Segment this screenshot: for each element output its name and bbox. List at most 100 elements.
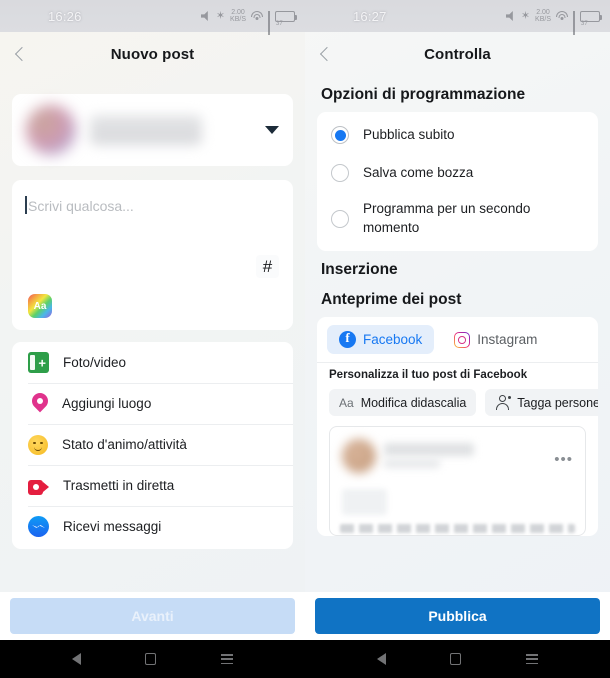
radio-icon-selected[interactable] — [331, 126, 349, 144]
radio-label: Pubblica subito — [363, 126, 455, 142]
preview-thumbnail-blurred — [342, 489, 387, 516]
back-button[interactable] — [0, 32, 44, 76]
option-foto-video[interactable]: Foto/video — [12, 342, 293, 383]
hashtag-icon[interactable]: # — [256, 255, 279, 278]
text-cursor — [25, 196, 27, 214]
author-name-blurred — [90, 115, 202, 145]
post-preview-card[interactable]: ••• — [329, 426, 586, 537]
right-app-header: Controlla — [305, 32, 610, 76]
nav-home-icon[interactable] — [145, 653, 157, 665]
customize-actions: Aa Modifica didascalia Tagga persone — [317, 389, 598, 426]
platform-tabs: Facebook Instagram — [317, 317, 598, 362]
option-stato-animo[interactable]: Stato d'animo/attività — [12, 424, 293, 465]
right-android-navbar — [305, 640, 610, 678]
composer-input[interactable]: Scrivi qualcosa... — [25, 196, 134, 214]
bluetooth-icon: ✶ — [215, 9, 226, 22]
tab-facebook[interactable]: Facebook — [327, 325, 435, 355]
battery-icon: 37 — [580, 10, 602, 27]
photo-video-icon — [28, 352, 49, 373]
chip-modifica-didascalia[interactable]: Aa Modifica didascalia — [329, 389, 477, 417]
preview-author-blurred — [384, 443, 474, 457]
smiley-icon — [28, 434, 48, 455]
option-diretta[interactable]: Trasmetti in diretta — [12, 465, 293, 506]
status-time: 16:26 — [48, 8, 82, 24]
scheduling-section-title: Opzioni di programmazione — [321, 86, 526, 103]
composer-card[interactable]: Scrivi qualcosa... # Aa — [12, 180, 293, 330]
instagram-icon — [454, 331, 471, 348]
radio-icon[interactable] — [331, 164, 349, 182]
mute-icon — [505, 11, 513, 21]
text-style-button[interactable]: Aa — [28, 294, 52, 318]
composer-options-list: Foto/video Aggiungi luogo Stato d'animo/… — [12, 342, 293, 549]
page-title: Controlla — [424, 45, 491, 63]
messenger-icon — [28, 516, 49, 537]
location-pin-icon — [28, 389, 52, 414]
data-rate-icon: 2.00 KB/S — [535, 8, 551, 23]
preview-tabs-card: Facebook Instagram Personalizza il tuo p… — [317, 317, 598, 537]
ad-section-title: Inserzione — [321, 261, 398, 279]
battery-level: 37 — [276, 20, 283, 27]
tag-person-icon — [495, 395, 512, 410]
chevron-left-icon — [14, 46, 30, 62]
avatar — [26, 105, 76, 155]
author-selector[interactable] — [12, 94, 293, 166]
dual-screenshot-root: 16:26 ✶ 2.00 KB/S 37 Nuovo post Scrivi q… — [0, 0, 610, 678]
tab-instagram[interactable]: Instagram — [442, 326, 549, 354]
option-aggiungi-luogo[interactable]: Aggiungi luogo — [12, 383, 293, 424]
radio-label: Salva come bozza — [363, 164, 474, 180]
nav-home-icon[interactable] — [450, 653, 462, 665]
cellular-signal-icon — [573, 11, 575, 35]
nav-back-icon[interactable] — [72, 653, 82, 665]
data-rate-icon: 2.00 KB/S — [230, 8, 246, 23]
right-screen-controlla: 16:27 ✶ 2.00 KB/S 37 Controlla Opzioni di… — [305, 0, 610, 678]
preview-avatar — [342, 439, 376, 474]
chevron-down-icon[interactable] — [265, 126, 279, 134]
option-label: Aggiungi luogo — [62, 396, 152, 411]
previews-section-title: Anteprime dei post — [321, 291, 462, 309]
left-bottom-bar: Avanti — [0, 592, 305, 640]
option-label: Ricevi messaggi — [63, 519, 162, 534]
customize-subheading: Personalizza il tuo post di Facebook — [317, 362, 598, 389]
radio-icon[interactable] — [331, 209, 349, 228]
preview-meta-blurred — [384, 459, 440, 469]
avanti-button[interactable]: Avanti — [10, 598, 295, 634]
right-status-bar: 16:27 ✶ 2.00 KB/S 37 — [305, 0, 610, 35]
nav-recents-icon[interactable] — [220, 654, 233, 664]
nav-back-icon[interactable] — [377, 653, 387, 665]
pubblica-button[interactable]: Pubblica — [315, 598, 600, 634]
back-button[interactable] — [305, 32, 349, 76]
option-label: Foto/video — [63, 355, 127, 370]
bluetooth-icon: ✶ — [520, 9, 531, 22]
option-ricevi-messaggi[interactable]: Ricevi messaggi — [12, 506, 293, 547]
chevron-left-icon — [319, 46, 335, 62]
left-app-header: Nuovo post — [0, 32, 305, 76]
wifi-icon — [556, 11, 568, 21]
chip-label: Modifica didascalia — [360, 395, 467, 410]
facebook-icon — [339, 330, 356, 349]
left-screen-nuovo-post: 16:26 ✶ 2.00 KB/S 37 Nuovo post Scrivi q… — [0, 0, 305, 678]
preview-text-blurred — [340, 524, 575, 534]
battery-level: 37 — [581, 20, 588, 27]
radio-pubblica-subito[interactable]: Pubblica subito — [317, 116, 598, 154]
chip-label: Tagga persone — [517, 395, 598, 410]
more-options-icon[interactable]: ••• — [554, 451, 573, 468]
radio-salva-bozza[interactable]: Salva come bozza — [317, 154, 598, 192]
status-icons: ✶ 2.00 KB/S 37 — [200, 8, 297, 35]
mute-icon — [200, 11, 208, 21]
cellular-signal-icon — [268, 11, 270, 35]
chip-tagga-persone[interactable]: Tagga persone — [485, 389, 598, 417]
live-video-icon — [28, 479, 49, 495]
option-label: Trasmetti in diretta — [63, 478, 175, 493]
status-time: 16:27 — [353, 8, 387, 24]
option-label: Stato d'animo/attività — [62, 437, 187, 452]
aa-icon: Aa — [339, 395, 354, 410]
left-android-navbar — [0, 640, 305, 678]
wifi-icon — [251, 11, 263, 21]
right-bottom-bar: Pubblica — [305, 592, 610, 640]
composer-placeholder: Scrivi qualcosa... — [28, 198, 134, 214]
battery-icon: 37 — [275, 10, 297, 27]
tab-label: Facebook — [363, 332, 423, 348]
radio-programma[interactable]: Programma per un secondo momento — [317, 192, 598, 245]
scheduling-options: Pubblica subito Salva come bozza Program… — [317, 112, 598, 252]
nav-recents-icon[interactable] — [525, 654, 538, 664]
